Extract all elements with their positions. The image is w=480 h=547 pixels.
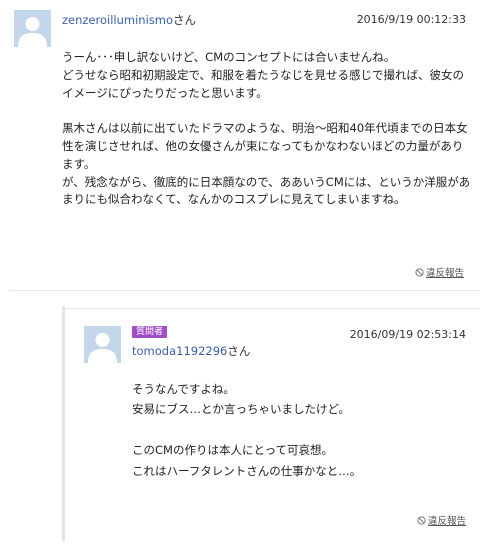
reply-divider (65, 308, 480, 309)
username-link[interactable]: zenzeroilluminismo (62, 13, 173, 27)
report-label: 違反報告 (425, 268, 464, 279)
body-paragraph: 黒木さんは以前に出ていたドラマのような、明治～昭和40年代頃までの日本女性を演じ… (62, 121, 468, 171)
reply-indent-bar (62, 306, 65, 541)
username-link[interactable]: tomoda1192296 (132, 344, 227, 358)
username-suffix: さん (173, 13, 197, 27)
report-link[interactable]: 違反報告 (415, 268, 464, 280)
default-avatar-icon (14, 10, 51, 47)
body-paragraph (62, 102, 472, 120)
reply-username[interactable]: tomoda1192296さん (132, 344, 250, 358)
questioner-badge: 質問者 (132, 326, 168, 338)
answer-username[interactable]: zenzeroilluminismoさん (62, 13, 196, 27)
report-label: 違反報告 (427, 516, 466, 527)
reply-body: そうなんですよね。 安易にブス…とか言っちゃいましたけど。 このCMの作りは本人… (132, 379, 462, 481)
body-paragraph: 安易にブス…とか言っちゃいましたけど。 (132, 402, 350, 417)
user-avatar[interactable] (84, 326, 121, 363)
divider (10, 290, 480, 291)
body-paragraph: が、残念ながら、徹底的に日本顔なので、ああいうCMには、というか洋服があまりにも… (62, 174, 471, 207)
prohibited-icon (415, 268, 424, 277)
body-paragraph: このCMの作りは本人にとって可哀想。 (132, 443, 334, 458)
username-suffix: さん (227, 344, 251, 358)
body-paragraph: うーん･･･申し訳ないけど、CMのコンセプトには合いませんね。 (62, 50, 396, 64)
answer-timestamp: 2016/9/19 00:12:33 (356, 13, 466, 26)
body-paragraph: どうせなら昭和初期設定で、和服を着たうなじを見せる感じで撮れば、彼女のイメージに… (62, 67, 465, 100)
reply-item: 質問者 tomoda1192296さん 2016/09/19 02:53:14 … (62, 306, 480, 541)
body-paragraph: これはハーフタレントさんの仕事かなと…。 (132, 463, 362, 478)
body-paragraph: そうなんですよね。 (132, 382, 235, 396)
default-avatar-icon (84, 326, 121, 363)
reply-timestamp: 2016/09/19 02:53:14 (349, 328, 466, 341)
prohibited-icon (417, 516, 426, 525)
answer-item: zenzeroilluminismoさん 2016/9/19 00:12:33 … (0, 0, 480, 290)
body-paragraph (132, 420, 462, 440)
report-link[interactable]: 違反報告 (417, 516, 466, 528)
user-avatar[interactable] (14, 10, 51, 47)
answer-body: うーん･･･申し訳ないけど、CMのコンセプトには合いませんね。 どうせなら昭和初… (62, 49, 472, 209)
